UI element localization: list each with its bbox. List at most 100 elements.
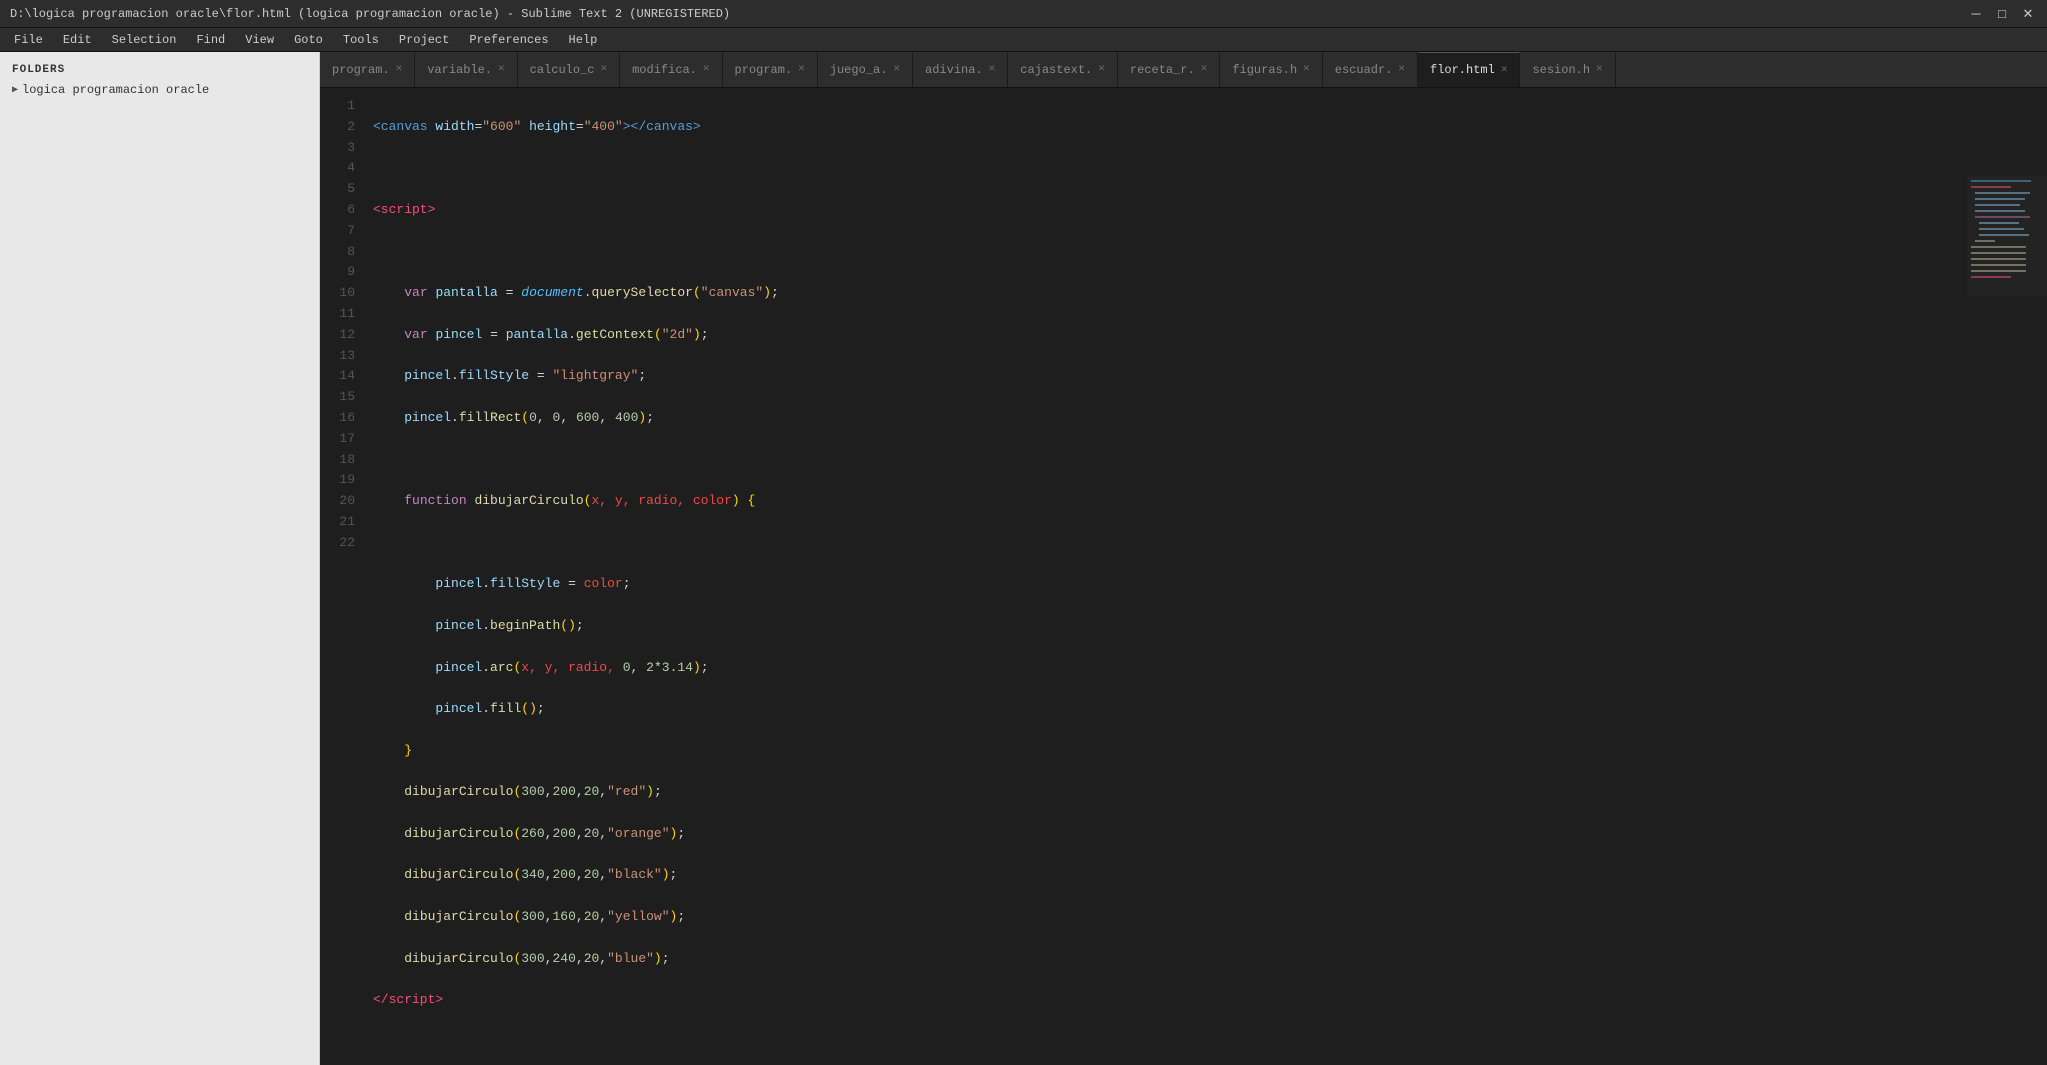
code-line-22: </script> [373,990,1967,1011]
line-num-8: 8 [320,242,355,263]
line-num-20: 20 [320,491,355,512]
tab-label: variable. [427,63,492,77]
line-num-22: 22 [320,533,355,554]
tab-label: flor.html [1430,63,1495,77]
code-line-18: dibujarCirculo(260,200,20,"orange"); [373,824,1967,845]
tab-adivina[interactable]: adivina. ✕ [913,52,1008,87]
titlebar-controls: ─ □ ✕ [1967,5,2037,23]
line-num-7: 7 [320,221,355,242]
titlebar-title: D:\logica programacion oracle\flor.html … [10,7,730,21]
tab-program2[interactable]: program. ✕ [723,52,818,87]
titlebar: D:\logica programacion oracle\flor.html … [0,0,2047,28]
line-num-11: 11 [320,304,355,325]
menubar: File Edit Selection Find View Goto Tools… [0,28,2047,52]
line-num-14: 14 [320,366,355,387]
menu-find[interactable]: Find [186,31,235,49]
tabs-container: program. ✕ variable. ✕ calculo_c ✕ modif… [320,52,2047,88]
tab-label: cajastext. [1020,63,1092,77]
line-num-12: 12 [320,325,355,346]
line-num-9: 9 [320,262,355,283]
tab-close-icon[interactable]: ✕ [893,64,900,75]
tab-label: adivina. [925,63,983,77]
tab-label: program. [332,63,390,77]
tab-close-icon[interactable]: ✕ [798,64,805,75]
code-container[interactable]: 1 2 3 4 5 6 7 8 9 10 11 12 13 14 15 16 1… [320,88,2047,1065]
tab-close-icon[interactable]: ✕ [498,64,505,75]
tab-close-icon[interactable]: ✕ [1596,64,1603,75]
editor-area: program. ✕ variable. ✕ calculo_c ✕ modif… [320,52,2047,1065]
tab-close-icon[interactable]: ✕ [1303,64,1310,75]
code-line-17: dibujarCirculo(300,200,20,"red"); [373,782,1967,803]
tab-program1[interactable]: program. ✕ [320,52,415,87]
code-line-20: dibujarCirculo(300,160,20,"yellow"); [373,907,1967,928]
tab-escuadra[interactable]: escuadr. ✕ [1323,52,1418,87]
code-line-9 [373,450,1967,471]
tab-cajastext[interactable]: cajastext. ✕ [1008,52,1118,87]
minimap [1967,176,2047,296]
menu-selection[interactable]: Selection [102,31,187,49]
tab-label: juego_a. [830,63,888,77]
line-num-2: 2 [320,117,355,138]
line-num-13: 13 [320,346,355,367]
code-line-4 [373,242,1967,263]
line-num-15: 15 [320,387,355,408]
tab-label: figuras.h [1232,63,1297,77]
tab-label: escuadr. [1335,63,1393,77]
line-num-10: 10 [320,283,355,304]
tab-close-icon[interactable]: ✕ [600,64,607,75]
code-line-21: dibujarCirculo(300,240,20,"blue"); [373,949,1967,970]
menu-view[interactable]: View [235,31,284,49]
code-line-12: pincel.fillStyle = color; [373,574,1967,595]
menu-preferences[interactable]: Preferences [459,31,558,49]
main-layout: FOLDERS ▶ logica programacion oracle pro… [0,52,2047,1065]
code-line-7: pincel.fillStyle = "lightgray"; [373,366,1967,387]
code-line-2 [373,158,1967,179]
close-button[interactable]: ✕ [2019,5,2037,23]
line-num-4: 4 [320,158,355,179]
tab-label: sesion.h [1532,63,1590,77]
menu-help[interactable]: Help [559,31,608,49]
line-num-19: 19 [320,470,355,491]
tab-close-icon[interactable]: ✕ [989,64,996,75]
sidebar: FOLDERS ▶ logica programacion oracle [0,52,320,1065]
tab-label: calculo_c [530,63,595,77]
line-num-17: 17 [320,429,355,450]
folder-arrow-icon: ▶ [12,84,18,96]
maximize-button[interactable]: □ [1993,5,2011,23]
tab-close-icon[interactable]: ✕ [396,64,403,75]
code-content[interactable]: <canvas width="600" height="400"></canva… [365,88,1967,1065]
line-num-21: 21 [320,512,355,533]
tab-sesion[interactable]: sesion.h ✕ [1520,52,1615,87]
tab-flor[interactable]: flor.html ✕ [1418,52,1520,87]
menu-tools[interactable]: Tools [333,31,389,49]
line-num-5: 5 [320,179,355,200]
tab-close-icon[interactable]: ✕ [1098,64,1105,75]
menu-goto[interactable]: Goto [284,31,333,49]
tab-calculo[interactable]: calculo_c ✕ [518,52,620,87]
tab-close-icon[interactable]: ✕ [703,64,710,75]
folder-name: logica programacion oracle [22,83,209,97]
menu-edit[interactable]: Edit [53,31,102,49]
tab-close-icon[interactable]: ✕ [1201,64,1208,75]
menu-file[interactable]: File [4,31,53,49]
code-line-10: function dibujarCirculo(x, y, radio, col… [373,491,1967,512]
menu-project[interactable]: Project [389,31,459,49]
line-num-1: 1 [320,96,355,117]
code-line-14: pincel.arc(x, y, radio, 0, 2*3.14); [373,658,1967,679]
tab-receta[interactable]: receta_r. ✕ [1118,52,1220,87]
line-num-6: 6 [320,200,355,221]
tab-close-icon[interactable]: ✕ [1398,64,1405,75]
tab-modifica[interactable]: modifica. ✕ [620,52,722,87]
code-line-5: var pantalla = document.querySelector("c… [373,283,1967,304]
line-num-3: 3 [320,138,355,159]
tab-label: modifica. [632,63,697,77]
tab-variable[interactable]: variable. ✕ [415,52,517,87]
tab-juego[interactable]: juego_a. ✕ [818,52,913,87]
code-line-8: pincel.fillRect(0, 0, 600, 400); [373,408,1967,429]
code-line-16: } [373,741,1967,762]
tab-figuras[interactable]: figuras.h ✕ [1220,52,1322,87]
tab-close-icon[interactable]: ✕ [1501,65,1508,76]
tab-label: program. [735,63,793,77]
minimize-button[interactable]: ─ [1967,5,1985,23]
sidebar-folder[interactable]: ▶ logica programacion oracle [4,80,315,100]
